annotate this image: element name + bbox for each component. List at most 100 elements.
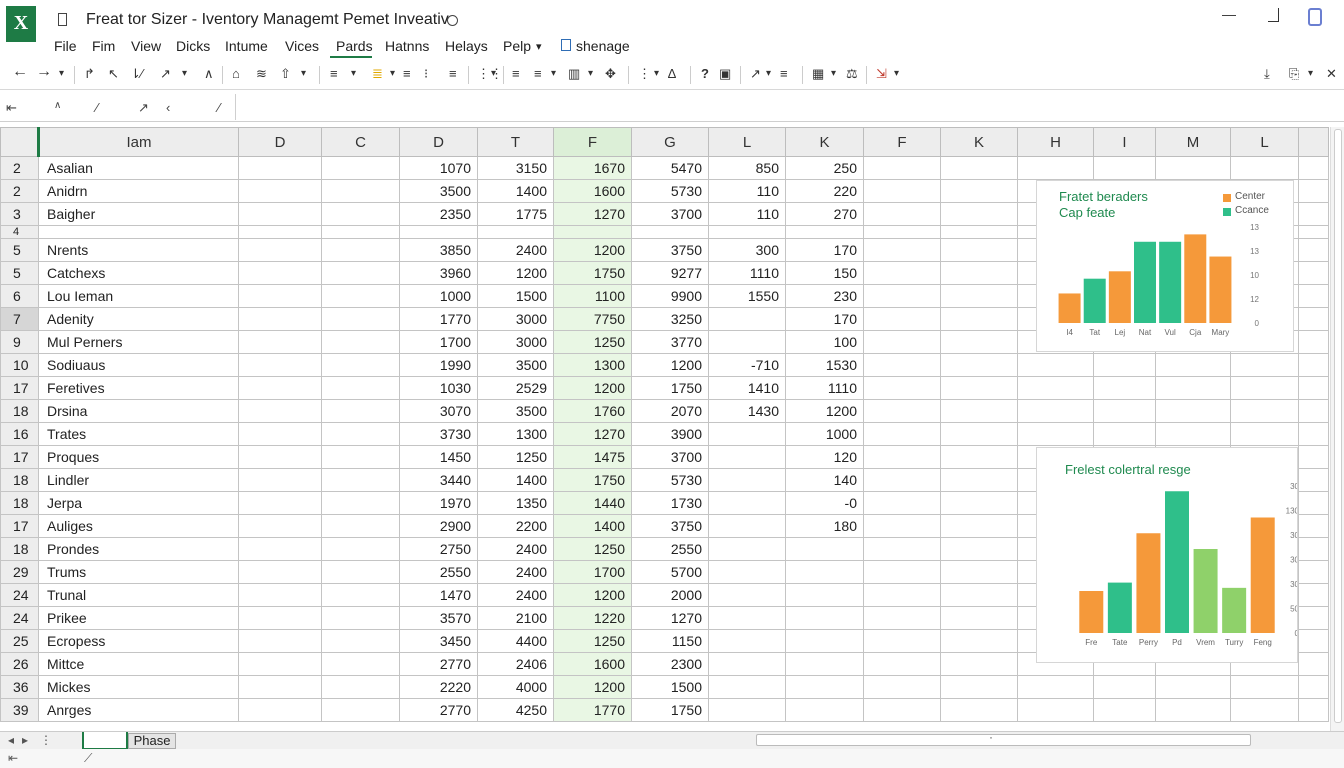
empty-cell[interactable] bbox=[321, 307, 400, 331]
value-cell[interactable]: 120 bbox=[785, 445, 864, 469]
empty-cell[interactable] bbox=[1298, 652, 1329, 676]
item-name-cell[interactable]: Trates bbox=[38, 422, 239, 446]
value-cell[interactable]: 3750 bbox=[631, 514, 709, 538]
empty-cell[interactable] bbox=[863, 238, 941, 262]
empty-cell[interactable] bbox=[238, 307, 322, 331]
empty-cell[interactable] bbox=[940, 422, 1018, 446]
item-name-cell[interactable]: Feretives bbox=[38, 376, 239, 400]
value-cell[interactable] bbox=[708, 445, 786, 469]
select-all-corner[interactable] bbox=[0, 127, 40, 157]
copy-dropdown-icon[interactable]: ▾ bbox=[1308, 66, 1313, 82]
value-cell[interactable] bbox=[708, 652, 786, 676]
row-header[interactable]: 10 bbox=[0, 353, 39, 377]
empty-cell[interactable] bbox=[863, 675, 941, 699]
empty-cell[interactable] bbox=[863, 583, 941, 607]
menu-view[interactable]: View bbox=[131, 38, 161, 54]
empty-cell[interactable] bbox=[238, 560, 322, 584]
empty-cell[interactable] bbox=[238, 353, 322, 377]
name-box-dropdown-icon[interactable]: ∧ bbox=[54, 100, 61, 111]
value-cell[interactable]: 2529 bbox=[477, 376, 554, 400]
column-header[interactable]: D bbox=[238, 127, 322, 157]
value-cell[interactable] bbox=[708, 225, 786, 239]
row-header[interactable]: 2 bbox=[0, 179, 39, 203]
empty-cell[interactable] bbox=[1155, 399, 1231, 423]
empty-cell[interactable] bbox=[863, 468, 941, 492]
pen-icon[interactable]: ↗ bbox=[160, 66, 171, 82]
value-cell[interactable]: 300 bbox=[708, 238, 786, 262]
empty-cell[interactable] bbox=[1230, 399, 1299, 423]
value-cell[interactable]: 1250 bbox=[553, 629, 632, 653]
value-cell[interactable]: 1270 bbox=[553, 202, 632, 226]
empty-cell[interactable] bbox=[940, 606, 1018, 630]
item-name-cell[interactable]: Sodiuaus bbox=[38, 353, 239, 377]
row-header[interactable]: 2 bbox=[0, 156, 39, 180]
value-cell[interactable]: 1070 bbox=[399, 156, 478, 180]
empty-cell[interactable] bbox=[321, 560, 400, 584]
align-icon[interactable]: ≡ bbox=[330, 66, 338, 82]
fx-edit-icon[interactable]: ⁄ bbox=[218, 100, 220, 115]
column-header[interactable]: D bbox=[399, 127, 478, 157]
fill-dropdown-icon[interactable]: ▾ bbox=[301, 66, 306, 82]
column-header[interactable]: T bbox=[477, 127, 554, 157]
empty-cell[interactable] bbox=[1298, 202, 1329, 226]
menu-dicks[interactable]: Dicks bbox=[176, 38, 210, 54]
value-cell[interactable]: 1440 bbox=[553, 491, 632, 515]
menu-intume[interactable]: Intume bbox=[225, 38, 268, 54]
columns-dropdown-icon[interactable]: ▾ bbox=[588, 66, 593, 82]
column-header[interactable]: L bbox=[1230, 127, 1299, 157]
value-cell[interactable]: 4250 bbox=[477, 698, 554, 722]
value-cell[interactable]: 1250 bbox=[553, 537, 632, 561]
empty-cell[interactable] bbox=[1230, 156, 1299, 180]
empty-cell[interactable] bbox=[1298, 225, 1329, 239]
empty-cell[interactable] bbox=[238, 156, 322, 180]
empty-cell[interactable] bbox=[863, 179, 941, 203]
value-cell[interactable]: 1750 bbox=[631, 698, 709, 722]
empty-cell[interactable] bbox=[863, 225, 941, 239]
value-cell[interactable]: 2070 bbox=[631, 399, 709, 423]
horizontal-scrollbar[interactable]: · bbox=[756, 730, 1251, 746]
value-cell[interactable]: 1770 bbox=[553, 698, 632, 722]
triangle-icon[interactable]: ∆ bbox=[668, 66, 676, 82]
empty-cell[interactable] bbox=[238, 583, 322, 607]
value-cell[interactable]: 3500 bbox=[477, 399, 554, 423]
item-name-cell[interactable]: Proques bbox=[38, 445, 239, 469]
empty-cell[interactable] bbox=[940, 225, 1018, 239]
empty-cell[interactable] bbox=[863, 652, 941, 676]
empty-cell[interactable] bbox=[238, 376, 322, 400]
value-cell[interactable]: 1530 bbox=[785, 353, 864, 377]
empty-cell[interactable] bbox=[1298, 376, 1329, 400]
empty-cell[interactable] bbox=[863, 202, 941, 226]
empty-cell[interactable] bbox=[940, 468, 1018, 492]
menu-lines-icon[interactable]: ≡ bbox=[780, 66, 788, 82]
empty-cell[interactable] bbox=[1017, 399, 1094, 423]
value-cell[interactable] bbox=[708, 307, 786, 331]
export-dropdown-icon[interactable]: ▾ bbox=[894, 66, 899, 82]
value-cell[interactable]: 2000 bbox=[631, 583, 709, 607]
empty-cell[interactable] bbox=[1298, 238, 1329, 262]
collapse-icon[interactable]: ⇤ bbox=[6, 100, 17, 116]
empty-cell[interactable] bbox=[1155, 353, 1231, 377]
sheet-tab-phase[interactable]: Phase bbox=[128, 733, 176, 749]
empty-cell[interactable] bbox=[238, 514, 322, 538]
empty-cell[interactable] bbox=[940, 445, 1018, 469]
empty-cell[interactable] bbox=[1298, 583, 1329, 607]
empty-cell[interactable] bbox=[321, 225, 400, 239]
empty-cell[interactable] bbox=[1230, 675, 1299, 699]
table-dropdown-icon[interactable]: ▾ bbox=[831, 66, 836, 82]
value-cell[interactable]: 2770 bbox=[399, 652, 478, 676]
value-cell[interactable]: 1775 bbox=[477, 202, 554, 226]
value-cell[interactable] bbox=[708, 422, 786, 446]
help-icon[interactable]: ? bbox=[701, 66, 709, 82]
empty-cell[interactable] bbox=[1017, 353, 1094, 377]
value-cell[interactable]: 1250 bbox=[553, 330, 632, 354]
empty-cell[interactable] bbox=[1017, 156, 1094, 180]
empty-cell[interactable] bbox=[321, 537, 400, 561]
item-name-cell[interactable]: Auliges bbox=[38, 514, 239, 538]
row-header[interactable]: 18 bbox=[0, 491, 39, 515]
value-cell[interactable] bbox=[477, 225, 554, 239]
empty-cell[interactable] bbox=[1298, 330, 1329, 354]
empty-cell[interactable] bbox=[940, 514, 1018, 538]
value-cell[interactable] bbox=[785, 560, 864, 584]
value-cell[interactable] bbox=[708, 330, 786, 354]
empty-cell[interactable] bbox=[940, 652, 1018, 676]
